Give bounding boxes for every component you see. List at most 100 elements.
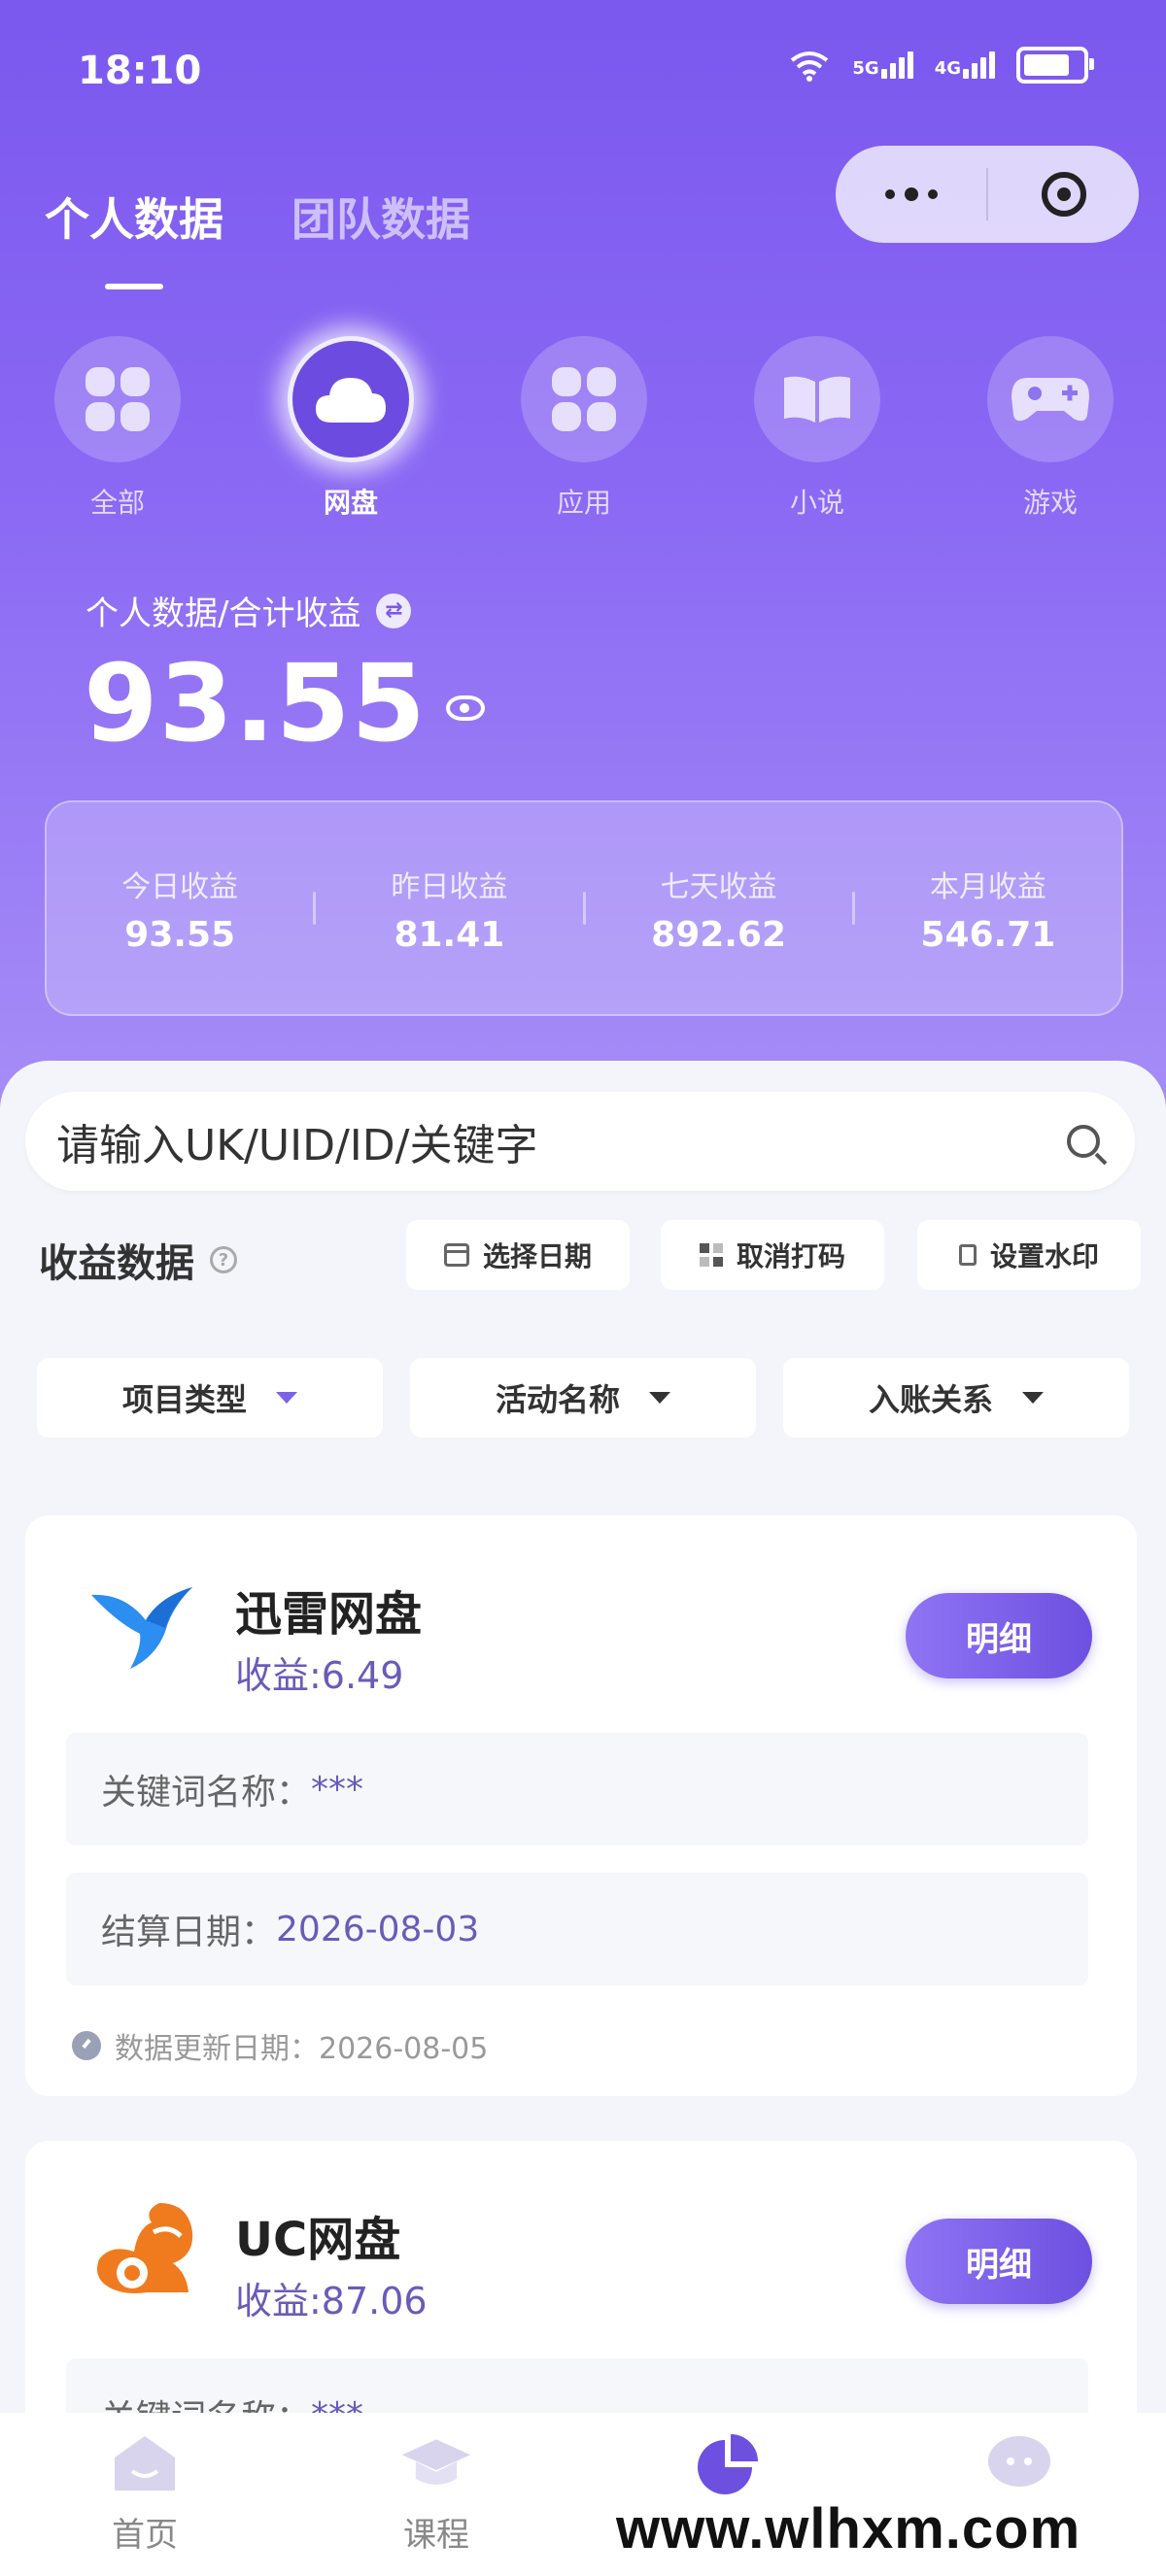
filter-label: 入账关系 (868, 1381, 993, 1418)
caret-down-icon (1022, 1392, 1044, 1404)
miniprogram-capsule (836, 146, 1139, 243)
stat-label: 七天收益 (660, 869, 777, 904)
category-label: 游戏 (1022, 487, 1078, 519)
filter-account-relation[interactable]: 入账关系 (783, 1358, 1129, 1438)
select-date-label: 选择日期 (482, 1240, 592, 1272)
tab-course[interactable]: 课程 (363, 2432, 509, 2556)
net-label-4g: 4G (934, 58, 961, 79)
card-title: UC网盘 (235, 2213, 401, 2267)
stat-this-month: 本月收益 546.71 (855, 863, 1121, 955)
help-icon[interactable]: ? (210, 1246, 237, 1273)
close-miniprogram-button[interactable] (988, 146, 1139, 243)
wifi-icon (791, 51, 829, 82)
data-pie-icon (698, 2434, 758, 2494)
set-watermark-button[interactable]: 设置水印 (917, 1220, 1141, 1290)
detail-button[interactable]: 明细 (906, 1593, 1092, 1678)
settlement-date-value: 2026-08-03 (276, 1909, 480, 1949)
detail-button[interactable]: 明细 (906, 2219, 1092, 2304)
filter-label: 项目类型 (121, 1381, 247, 1418)
category-all[interactable]: 全部 (45, 336, 190, 521)
search-placeholder: 请输入UK/UID/ID/关键字 (56, 1121, 538, 1170)
tab-home[interactable]: 首页 (72, 2432, 218, 2556)
tab-personal-data[interactable]: 个人数据 (45, 185, 223, 289)
category-games[interactable]: 游戏 (977, 336, 1123, 521)
keyword-row: 关键词名称： *** (66, 1733, 1088, 1846)
stat-seven-days: 七天收益 892.62 (586, 863, 852, 955)
earnings-stats-panel: 今日收益 93.55 昨日收益 81.41 七天收益 892.62 本月收益 5… (45, 800, 1123, 1016)
site-watermark: www.wlhxm.com (606, 2496, 1091, 2561)
mosaic-icon (699, 1243, 723, 1267)
category-label: 小说 (789, 487, 844, 519)
stat-value: 546.71 (920, 914, 1056, 955)
filter-label: 活动名称 (495, 1381, 620, 1418)
filter-activity-name[interactable]: 活动名称 (410, 1358, 756, 1438)
earnings-card: 迅雷网盘 收益:6.49 明细 关键词名称： *** 结算日期： 2026-08… (25, 1515, 1137, 2096)
settlement-date-row: 结算日期： 2026-08-03 (66, 1873, 1088, 1985)
stat-yesterday: 昨日收益 81.41 (316, 863, 582, 955)
more-dots-icon (884, 187, 938, 201)
update-date-row: 数据更新日期：2026-08-05 (72, 2024, 488, 2067)
section-title: 收益数据 (39, 1241, 194, 1286)
total-earnings-label-row: 个人数据/合计收益 ⇄ (86, 587, 412, 634)
status-time: 18:10 (78, 49, 202, 93)
status-bar-icons: 5G 4G (788, 47, 1094, 84)
tab-team-data[interactable]: 团队数据 (292, 185, 470, 249)
cloud-icon (316, 378, 386, 423)
category-novel[interactable]: 小说 (744, 336, 890, 521)
stat-value: 81.41 (394, 914, 505, 955)
total-earnings-row: 93.55 (84, 641, 485, 765)
card-earnings: 收益:6.49 (235, 1654, 404, 1697)
category-row: 全部 网盘 应用 小说 游戏 (0, 336, 1166, 530)
earnings-card: UC网盘 收益:87.06 明细 关键词名称： *** (25, 2141, 1137, 2471)
keyword-label: 关键词名称： (101, 1773, 312, 1813)
cancel-mosaic-button[interactable]: 取消打码 (661, 1220, 884, 1290)
filter-project-type[interactable]: 项目类型 (37, 1358, 383, 1438)
stat-label: 今日收益 (121, 869, 239, 904)
eye-icon[interactable] (445, 695, 485, 721)
stat-value: 93.55 (124, 914, 236, 955)
settlement-date-label: 结算日期： (101, 1913, 277, 1952)
net-label-5g: 5G (852, 58, 879, 79)
document-icon (958, 1244, 977, 1266)
card-earnings: 收益:87.06 (235, 2280, 428, 2322)
total-earnings-value: 93.55 (84, 641, 427, 765)
signal-5g-icon: 5G (852, 51, 913, 79)
swap-icon[interactable]: ⇄ (376, 593, 412, 628)
thunder-bird-logo-icon (91, 1587, 192, 1669)
apps-icon (552, 367, 616, 431)
uc-squirrel-logo-icon (97, 2203, 193, 2293)
category-apps[interactable]: 应用 (511, 336, 657, 521)
chat-icon (988, 2436, 1050, 2487)
stat-label: 昨日收益 (391, 869, 508, 904)
set-watermark-label: 设置水印 (989, 1240, 1099, 1272)
total-earnings-label: 个人数据/合计收益 (86, 594, 361, 633)
select-date-button[interactable]: 选择日期 (406, 1220, 630, 1290)
search-icon[interactable] (1067, 1125, 1100, 1158)
tab-label: 课程 (403, 2516, 469, 2555)
gamepad-icon (1012, 378, 1089, 422)
more-button[interactable] (836, 146, 986, 243)
category-label: 应用 (556, 487, 611, 519)
search-input[interactable]: 请输入UK/UID/ID/关键字 (25, 1092, 1135, 1191)
keyword-value: *** (311, 1769, 364, 1810)
stat-label: 本月收益 (929, 869, 1046, 904)
section-title-row: 收益数据 ? (39, 1232, 237, 1288)
category-label: 全部 (89, 487, 145, 519)
card-title: 迅雷网盘 (235, 1587, 423, 1642)
clock-icon (72, 2031, 101, 2060)
stat-today: 今日收益 93.55 (47, 863, 313, 955)
caret-down-icon (276, 1392, 297, 1404)
home-icon (115, 2436, 175, 2491)
book-icon (784, 376, 850, 423)
stat-value: 892.62 (651, 914, 787, 955)
category-netdisk[interactable]: 网盘 (278, 336, 424, 521)
battery-icon (1016, 47, 1094, 84)
cancel-mosaic-label: 取消打码 (736, 1240, 845, 1272)
graduation-cap-icon (401, 2439, 471, 2486)
update-date-text: 数据更新日期：2026-08-05 (115, 2032, 489, 2066)
category-label: 网盘 (323, 487, 378, 519)
calendar-icon (443, 1243, 469, 1267)
caret-down-icon (649, 1392, 670, 1404)
signal-4g-icon: 4G (935, 51, 995, 79)
grid-icon (86, 367, 150, 431)
